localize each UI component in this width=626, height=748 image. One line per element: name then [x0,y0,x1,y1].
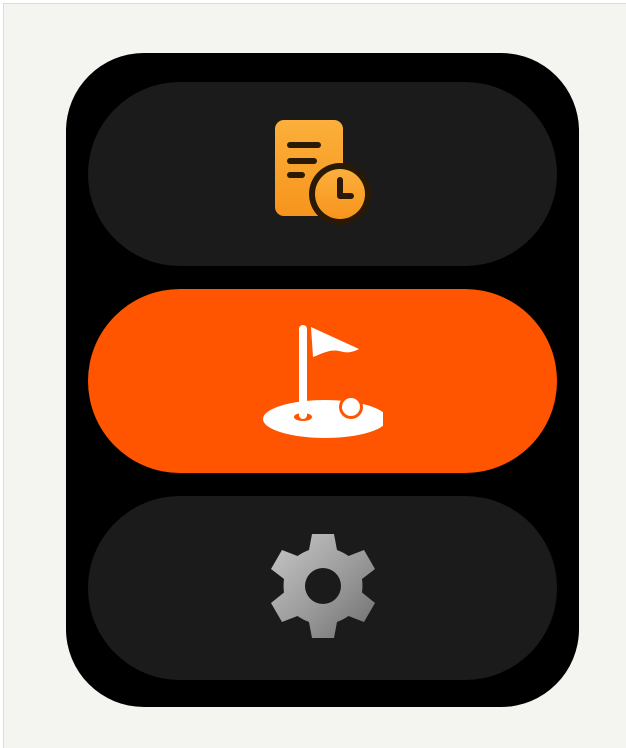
settings-button[interactable] [88,496,557,680]
history-button[interactable] [88,82,557,266]
document-clock-icon [274,120,371,225]
watch-screen [66,53,579,707]
golf-button[interactable] [88,289,557,473]
golf-flag-icon [262,325,383,438]
gear-icon [270,534,375,638]
canvas [3,3,626,748]
